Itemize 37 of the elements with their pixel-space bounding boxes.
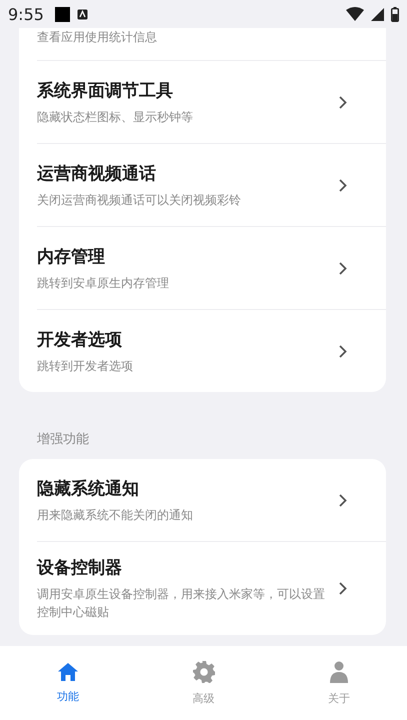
item-subtitle: 跳转到开发者选项 <box>37 358 134 374</box>
signal-icon <box>371 8 384 20</box>
item-title: 系统界面调节工具 <box>37 80 174 102</box>
chevron-right-icon <box>339 344 347 358</box>
chevron-right-icon <box>339 582 347 595</box>
person-icon <box>330 660 348 682</box>
item-subtitle: 查看应用使用统计信息 <box>37 29 158 46</box>
battery-icon <box>391 6 399 22</box>
app-notification-icon <box>76 8 88 20</box>
item-title: 运营商视频通话 <box>37 162 157 184</box>
settings-item[interactable]: 内存管理 跳转到安卓原生内存管理 <box>37 227 386 310</box>
item-subtitle: 隐藏状态栏图标、显示秒钟等 <box>37 108 194 126</box>
chevron-right-icon <box>339 96 347 108</box>
item-subtitle: 用来隐藏系统不能关闭的通知 <box>37 506 194 524</box>
chevron-right-icon <box>339 494 347 506</box>
item-subtitle: 关闭运营商视频通话可以关闭视频彩铃 <box>37 192 242 208</box>
settings-item[interactable]: 隐藏系统通知 用来隐藏系统不能关闭的通知 <box>37 459 386 542</box>
settings-item[interactable]: 查看应用使用统计信息 <box>37 28 386 61</box>
item-title: 隐藏系统通知 <box>37 478 140 500</box>
settings-icon <box>192 660 214 682</box>
wifi-icon <box>346 7 364 21</box>
status-time: 9:55 <box>8 4 44 24</box>
settings-item[interactable]: 系统界面调节工具 隐藏状态栏图标、显示秒钟等 <box>37 61 386 144</box>
nav-tab[interactable]: 功能 <box>0 646 136 720</box>
item-title: 内存管理 <box>37 246 106 268</box>
item-subtitle: 调用安卓原生设备控制器，用来接入米家等，可以设置控制中心磁贴 <box>37 586 326 621</box>
settings-item[interactable]: 开发者选项 跳转到开发者选项 <box>37 310 386 392</box>
settings-item[interactable]: 设备控制器 调用安卓原生设备控制器，用来接入米家等，可以设置控制中心磁贴 <box>37 542 386 635</box>
item-title: 开发者选项 <box>37 328 123 350</box>
home-icon <box>58 662 78 680</box>
settings-item[interactable]: 运营商视频通话 关闭运营商视频通话可以关闭视频彩铃 <box>37 144 386 227</box>
chevron-right-icon <box>339 262 347 274</box>
notification-icon <box>54 6 70 22</box>
item-title: 设备控制器 <box>37 557 123 579</box>
item-subtitle: 跳转到安卓原生内存管理 <box>37 274 170 292</box>
section-header: 增强功能 <box>36 431 90 449</box>
chevron-right-icon <box>339 178 347 192</box>
